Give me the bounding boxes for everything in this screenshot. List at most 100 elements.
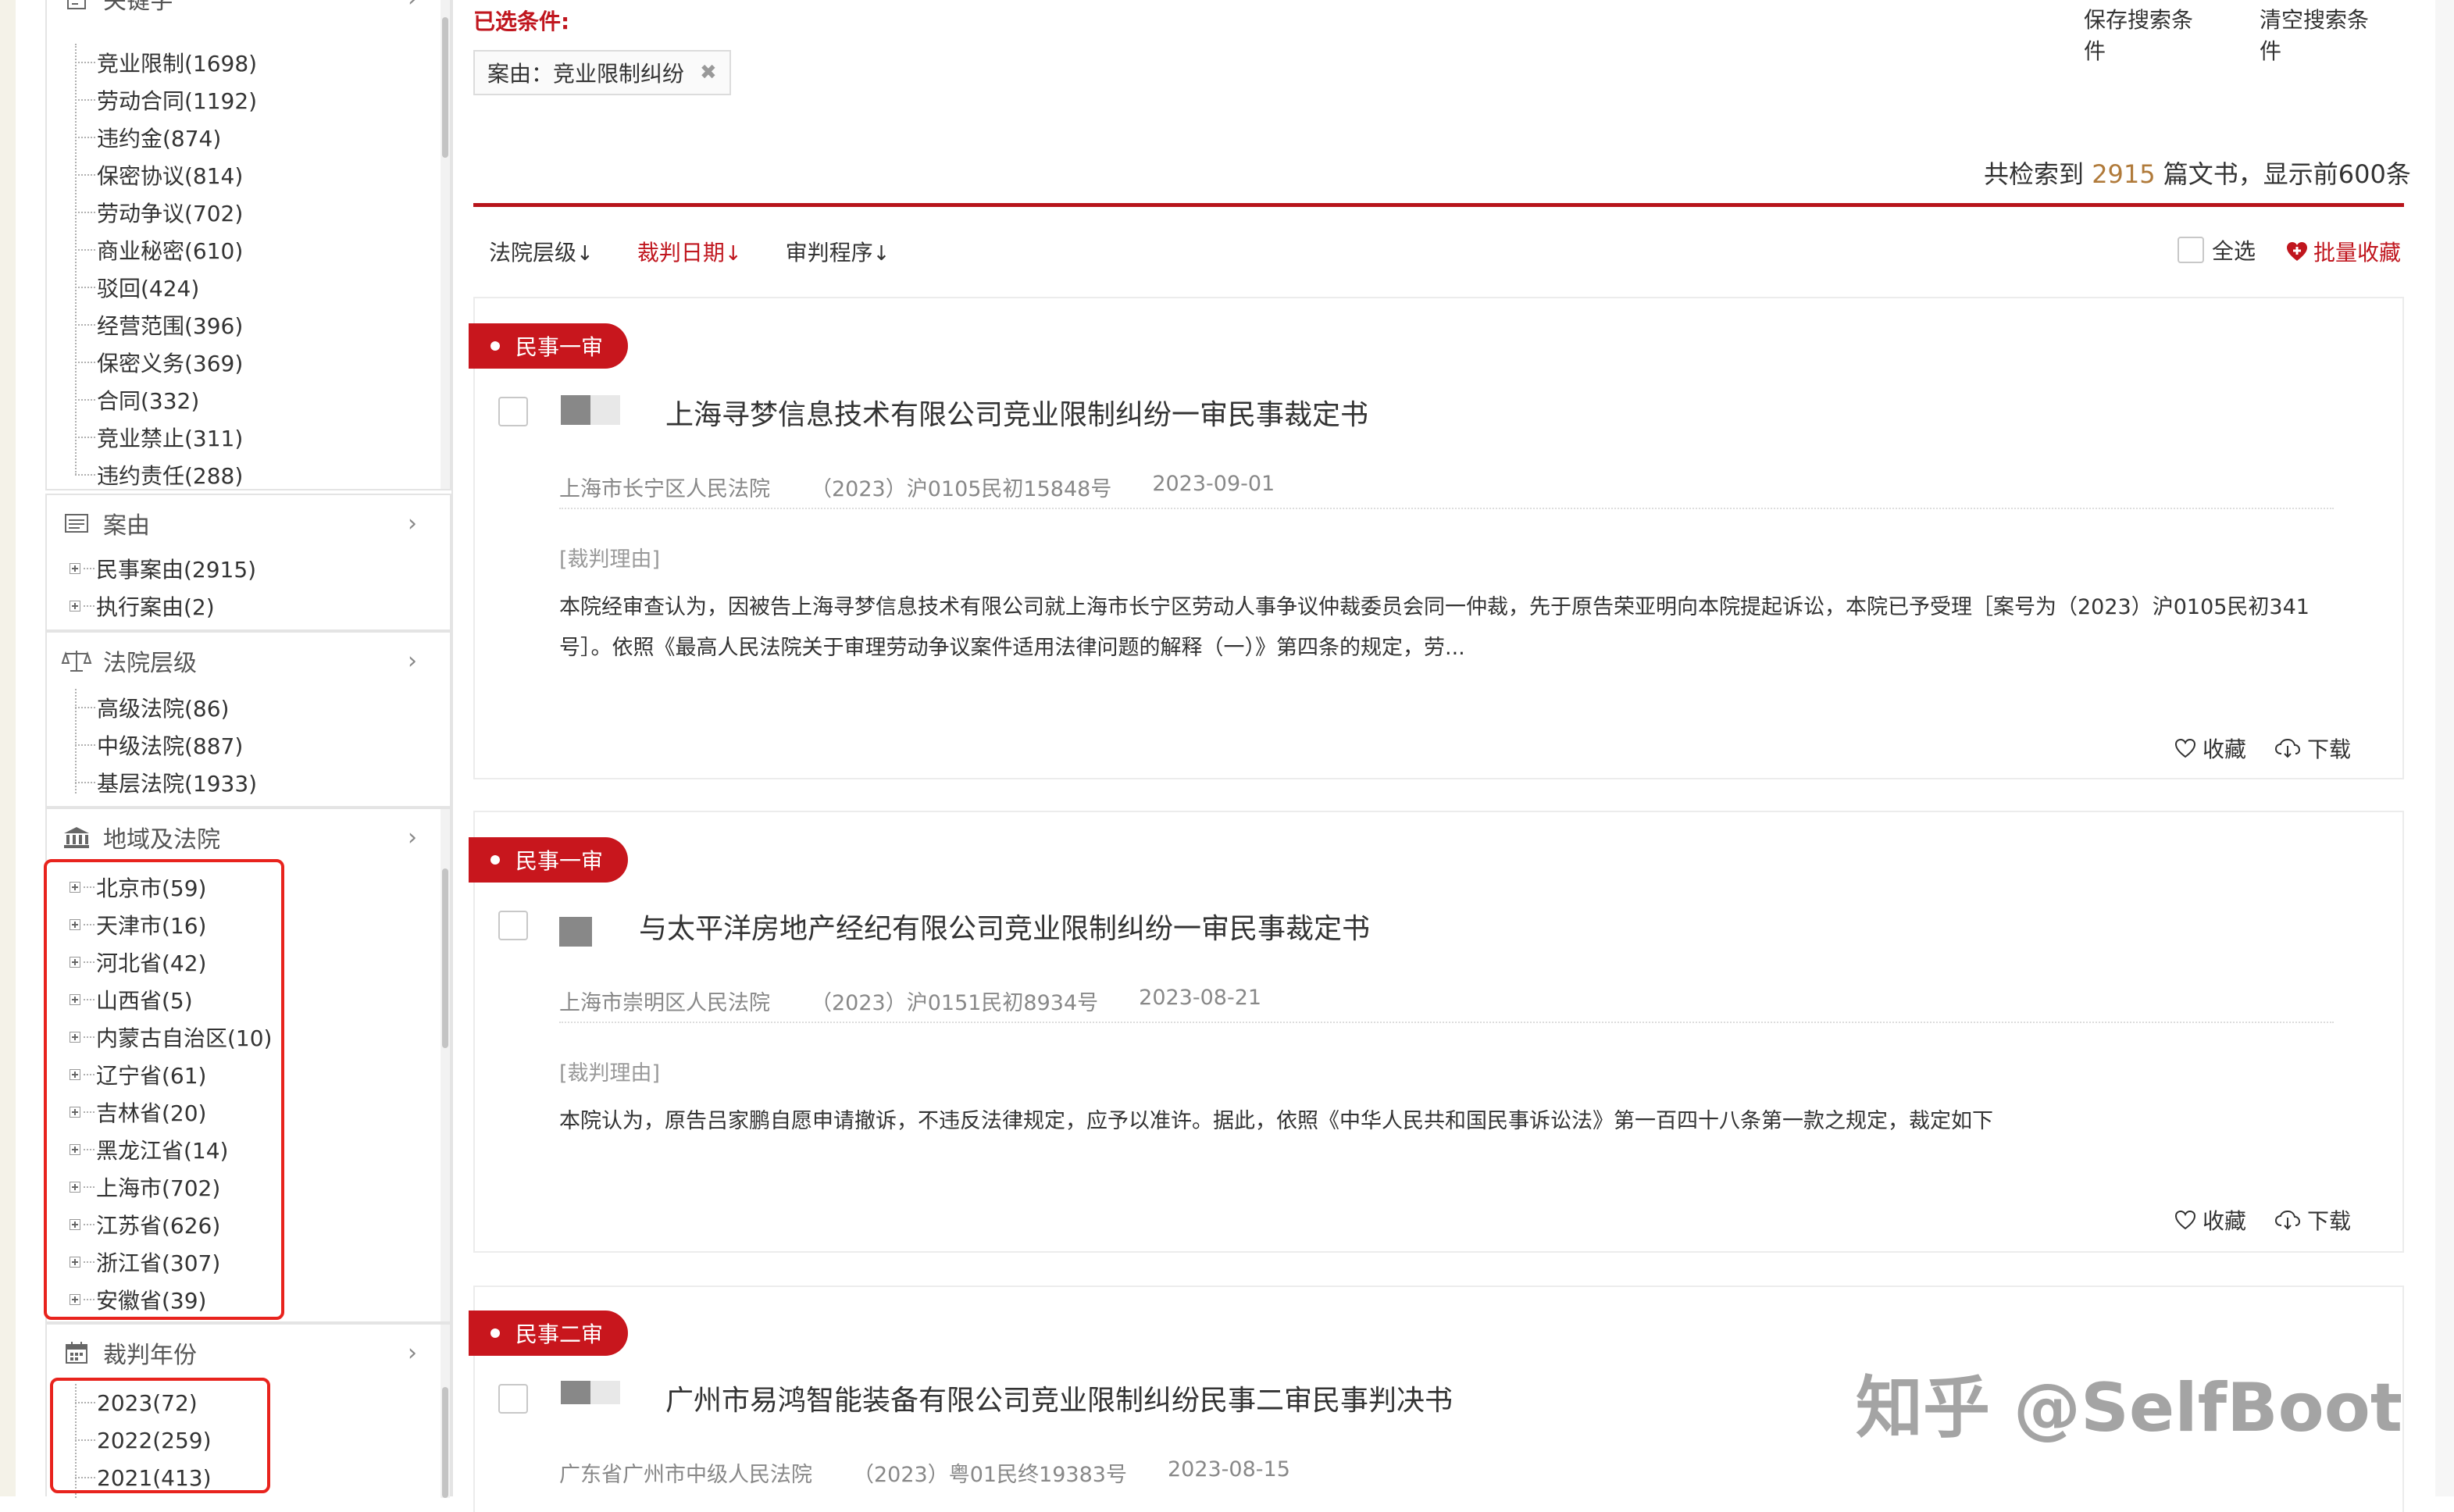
card-actions: 收藏 下载: [2174, 733, 2379, 764]
section-divider: [473, 203, 2404, 207]
chevron-right-icon: ›: [408, 823, 417, 851]
court-name: 上海市长宁区人民法院: [559, 477, 770, 501]
sort-court-level[interactable]: 法院层级↓: [489, 236, 594, 267]
keyword-item[interactable]: 经营范围(396): [62, 306, 257, 344]
region-panel-header[interactable]: 地域及法院 ›: [47, 809, 450, 865]
card-checkbox[interactable]: [498, 1384, 528, 1414]
case-number: （2023）沪0105民初15848号: [811, 477, 1112, 501]
reason-text: 本院经审查认为，因被告上海寻梦信息技术有限公司就上海市长宁区劳动人事争议仲裁委员…: [559, 595, 2310, 660]
year-scrollbar[interactable]: [441, 1325, 450, 1498]
cloud-download-icon: [2275, 738, 2301, 758]
chevron-right-icon: ›: [408, 1339, 417, 1367]
cloud-download-icon: [2275, 1210, 2301, 1230]
keyword-item[interactable]: 保密义务(369): [62, 344, 257, 381]
watermark: 知乎 @SelfBoot: [1856, 1369, 2402, 1447]
reason-text: 本院认为，原告吕家鹏自愿申请撤诉，不违反法律规定，应予以准许。据此，依照《中华人…: [559, 1109, 1993, 1133]
card-meta: 上海市崇明区人民法院 （2023）沪0151民初8934号 2023-08-21: [559, 986, 1302, 1016]
result-card: 民事一审 与太平洋房地产经纪有限公司竞业限制纠纷一审民事裁定书 上海市崇明区人民…: [469, 811, 2404, 1253]
keyword-item[interactable]: 竞业限制(1698): [62, 44, 257, 81]
results-main: 已选条件: 保存搜索条件 清空搜索条件 案由：竞业限制纠纷 ✖ 共检索到 291…: [451, 0, 2435, 1512]
clear-search-link[interactable]: 清空搜索条件: [2260, 3, 2379, 66]
card-divider: [559, 1022, 2334, 1023]
keywords-scrollbar[interactable]: [441, 0, 450, 489]
keyword-item[interactable]: 违约责任(288): [62, 456, 257, 494]
cause-item[interactable]: 执行案由(2): [62, 587, 256, 625]
court-level-item[interactable]: 高级法院(86): [62, 689, 257, 726]
batch-collect-button[interactable]: 批量收藏: [2285, 236, 2401, 267]
card-title-link[interactable]: 广州市易鸿智能装备有限公司竞业限制纠纷民事二审民事判决书: [665, 1378, 1453, 1418]
keyword-item[interactable]: 劳动争议(702): [62, 194, 257, 231]
card-checkbox[interactable]: [498, 397, 528, 426]
arrow-down-icon: ↓: [576, 242, 594, 266]
chevron-right-icon: ›: [408, 0, 417, 12]
condition-chip: 案由：竞业限制纠纷 ✖: [473, 50, 731, 95]
reason-label: [裁判理由]: [559, 547, 661, 572]
card-actions: 收藏 下载: [2174, 1204, 2379, 1236]
card-title-link[interactable]: 与太平洋房地产经纪有限公司竞业限制纠纷一审民事裁定书: [639, 906, 1370, 947]
keyword-item[interactable]: 驳回(424): [62, 269, 257, 306]
card-meta: 广东省广州市中级人民法院 （2023）粤01民终19383号 2023-08-1…: [559, 1457, 1331, 1488]
year-highlight-box: [50, 1378, 270, 1493]
heart-icon: [2174, 738, 2196, 758]
download-button[interactable]: 下载: [2274, 733, 2351, 764]
case-number: （2023）粤01民终19383号: [853, 1463, 1127, 1487]
case-type-tag: 民事二审: [469, 1311, 629, 1356]
court-level-list: 高级法院(86) 中级法院(887) 基层法院(1933): [62, 689, 257, 801]
list-card-icon: [61, 510, 92, 537]
collect-button[interactable]: 收藏: [2174, 1204, 2246, 1236]
cause-title: 案由: [103, 512, 150, 540]
keyword-item[interactable]: 劳动合同(1192): [62, 81, 257, 119]
chip-label: 案由：竞业限制纠纷: [487, 61, 685, 87]
case-type-tag: 民事一审: [469, 837, 629, 883]
region-title: 地域及法院: [103, 826, 220, 854]
region-scrollbar[interactable]: [441, 809, 450, 1321]
region-highlight-box: [44, 859, 284, 1320]
redacted-block: [561, 1381, 620, 1410]
card-meta: 上海市长宁区人民法院 （2023）沪0105民初15848号 2023-09-0…: [559, 472, 1315, 502]
cause-panel: 案由 › 民事案由(2915) 执行案由(2): [45, 494, 451, 631]
cause-item[interactable]: 民事案由(2915): [62, 550, 256, 587]
scale-icon: [61, 647, 92, 674]
case-number: （2023）沪0151民初8934号: [811, 991, 1099, 1015]
result-summary: 共检索到 2915 篇文书，显示前600条: [1984, 159, 2411, 189]
card-title-link[interactable]: 上海寻梦信息技术有限公司竞业限制纠纷一审民事裁定书: [665, 392, 1368, 433]
expand-icon[interactable]: [70, 563, 80, 574]
download-button[interactable]: 下载: [2274, 1204, 2351, 1236]
cause-panel-header[interactable]: 案由 ›: [47, 495, 450, 551]
arrow-down-icon: ↓: [872, 242, 890, 266]
keyword-item[interactable]: 合同(332): [62, 381, 257, 419]
filter-sidebar: 关键字 › 竞业限制(1698) 劳动合同(1192) 违约金(874) 保密协…: [44, 0, 451, 1498]
court-level-panel-header[interactable]: 法院层级 ›: [47, 633, 450, 689]
collect-button[interactable]: 收藏: [2174, 733, 2246, 764]
result-count: 2915: [2092, 159, 2156, 189]
year-panel-header[interactable]: 裁判年份 ›: [47, 1325, 450, 1381]
chevron-right-icon: ›: [408, 647, 417, 675]
keyword-item[interactable]: 保密协议(814): [62, 156, 257, 194]
keyword-item[interactable]: 商业秘密(610): [62, 231, 257, 269]
sort-judge-date[interactable]: 裁判日期↓: [637, 236, 742, 267]
case-type-tag: 民事一审: [469, 323, 629, 369]
redacted-block: [561, 395, 620, 425]
arrow-down-icon: ↓: [724, 242, 742, 266]
courthouse-icon: [61, 824, 92, 850]
expand-icon[interactable]: [70, 601, 80, 612]
keyword-item[interactable]: 竞业禁止(311): [62, 419, 257, 456]
keyword-item[interactable]: 违约金(874): [62, 119, 257, 156]
result-card: 民事一审 上海寻梦信息技术有限公司竞业限制纠纷一审民事裁定书 上海市长宁区人民法…: [469, 297, 2404, 779]
cause-list: 民事案由(2915) 执行案由(2): [62, 550, 256, 625]
court-name: 上海市崇明区人民法院: [559, 991, 770, 1015]
selected-conditions-label: 已选条件:: [473, 9, 570, 34]
keywords-panel-header[interactable]: 关键字 ›: [47, 0, 450, 27]
card-checkbox[interactable]: [498, 911, 528, 940]
sort-procedure[interactable]: 审判程序↓: [786, 236, 890, 267]
sort-bar: 法院层级↓ 裁判日期↓ 审判程序↓: [489, 236, 933, 267]
close-icon[interactable]: ✖: [700, 61, 717, 84]
select-all[interactable]: 全选: [2178, 234, 2256, 266]
court-level-title: 法院层级: [103, 650, 197, 677]
court-level-item[interactable]: 中级法院(887): [62, 726, 257, 764]
select-all-checkbox[interactable]: [2178, 237, 2204, 263]
right-gutter: [2435, 0, 2454, 1496]
save-search-link[interactable]: 保存搜索条件: [2084, 3, 2203, 66]
court-level-item[interactable]: 基层法院(1933): [62, 764, 257, 801]
redacted-block: [559, 917, 592, 947]
